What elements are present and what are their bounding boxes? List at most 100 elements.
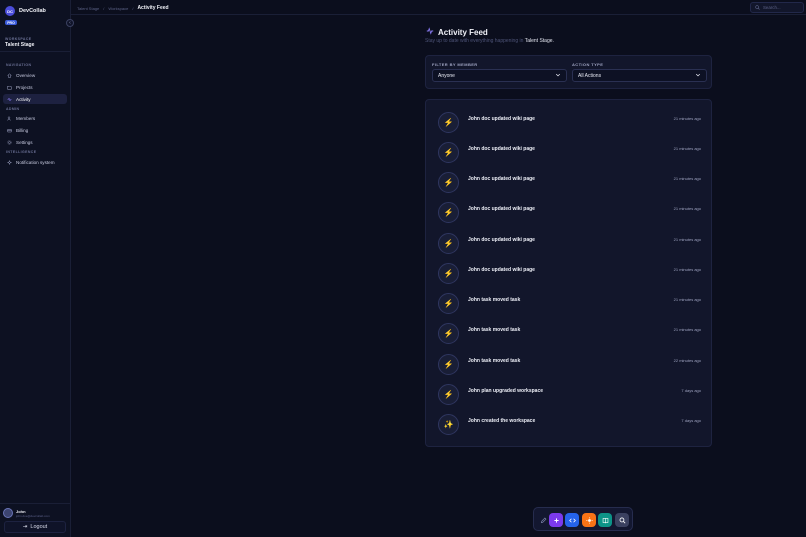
- sidebar-item-label: Settings: [16, 139, 33, 145]
- sidebar-item-label: Members: [16, 115, 36, 121]
- feed-item[interactable]: ⚡ John task moved task 22 minutes ago: [426, 342, 713, 375]
- app-name: DevCollab: [19, 8, 46, 14]
- feed-item-text: John plan upgraded workspace: [468, 388, 544, 394]
- collapse-sidebar-button[interactable]: ‹: [66, 19, 74, 27]
- feed-item-text: John doc updated wiki page: [468, 267, 535, 273]
- sidebar-item-label: Notification system: [16, 159, 55, 165]
- feed-item-time: 7 days ago: [681, 418, 701, 423]
- sidebar-item-notification-system[interactable]: Notification system: [3, 157, 67, 167]
- search-icon: [755, 4, 760, 11]
- divider: [0, 503, 71, 504]
- subtitle-workspace: Talent Stage.: [524, 38, 554, 44]
- workspace-label: WORKSPACE: [5, 37, 32, 41]
- logout-button[interactable]: ⇥ Logout: [4, 521, 66, 533]
- breadcrumb-separator: /: [132, 5, 134, 11]
- feed-item[interactable]: ⚡ John task moved task 21 minutes ago: [426, 311, 713, 344]
- search-placeholder: Search...: [763, 5, 781, 10]
- feed-item[interactable]: ⚡ John plan upgraded workspace 7 days ag…: [426, 372, 713, 405]
- sidebar-item-label: Projects: [16, 84, 33, 90]
- feed-item[interactable]: ⚡ John doc updated wiki page 21 minutes …: [426, 221, 713, 254]
- sidebar-item-members[interactable]: Members: [3, 113, 67, 123]
- feed-item-time: 21 minutes ago: [673, 297, 701, 302]
- sidebar-item-projects[interactable]: Projects: [3, 82, 67, 92]
- page-title-text: Activity Feed: [438, 27, 488, 37]
- search-icon[interactable]: [615, 513, 629, 527]
- action-filter-label: ACTION TYPE: [572, 62, 604, 67]
- member-filter-select[interactable]: Anyone: [432, 69, 567, 82]
- feed-item[interactable]: ⚡ John doc updated wiki page 21 minutes …: [426, 251, 713, 284]
- feed-item-text: John doc updated wiki page: [468, 116, 535, 122]
- divider: [0, 51, 71, 52]
- breadcrumb-separator: /: [103, 5, 105, 11]
- sidebar-item-overview[interactable]: Overview: [3, 70, 67, 80]
- plus-icon[interactable]: [549, 513, 563, 527]
- page-subtitle: Stay up to date with everything happenin…: [425, 38, 554, 44]
- brand[interactable]: DC DevCollab: [5, 6, 46, 16]
- feed-item-text: John doc updated wiki page: [468, 176, 535, 182]
- action-filter-select[interactable]: All Actions: [572, 69, 707, 82]
- filter-card: FILTER BY MEMBER Anyone ACTION TYPE All …: [425, 55, 712, 89]
- sidebar-item-activity[interactable]: Activity: [3, 94, 67, 104]
- feed-item-text: John doc updated wiki page: [468, 237, 535, 243]
- feed-item-time: 21 minutes ago: [673, 327, 701, 332]
- breadcrumb: Talent Stage / Workspace / Activity Feed: [77, 5, 169, 11]
- users-icon: [7, 116, 12, 121]
- intelligence-section-label: INTELLIGENCE: [6, 150, 37, 154]
- feed-item[interactable]: ⚡ John doc updated wiki page 21 minutes …: [426, 190, 713, 223]
- breadcrumb-item[interactable]: Workspace: [108, 6, 128, 11]
- feed-item-text: John doc updated wiki page: [468, 146, 535, 152]
- feed-item-time: 7 days ago: [681, 388, 701, 393]
- feed-item[interactable]: ✨ John created the workspace 7 days ago: [426, 402, 713, 435]
- workspace-name[interactable]: Talent Stage: [5, 42, 34, 48]
- gear-icon: [7, 139, 12, 145]
- quick-action-dock: [533, 507, 633, 531]
- code-icon[interactable]: [565, 513, 579, 527]
- feed-item[interactable]: ⚡ John doc updated wiki page 21 minutes …: [426, 130, 713, 163]
- book-icon[interactable]: [598, 513, 612, 527]
- app-logo: DC: [5, 6, 15, 16]
- plan-badge: PRO: [5, 20, 17, 25]
- pen-icon[interactable]: [536, 513, 550, 527]
- sidebar-item-label: Billing: [16, 127, 29, 133]
- home-icon: [7, 72, 12, 78]
- sparkles-icon: ✨: [438, 414, 459, 435]
- feed-item-text: John created the workspace: [468, 418, 536, 424]
- member-filter-label: FILTER BY MEMBER: [432, 62, 478, 67]
- topbar: Talent Stage / Workspace / Activity Feed…: [71, 0, 806, 15]
- feed-item[interactable]: ⚡ John task moved task 21 minutes ago: [426, 281, 713, 314]
- action-filter-value: All Actions: [578, 72, 602, 79]
- feed-item-text: John doc updated wiki page: [468, 206, 535, 212]
- user-email: john.doe@devcollab.com: [16, 513, 50, 518]
- card-icon: [7, 128, 12, 133]
- logout-label: Logout: [30, 524, 48, 530]
- subtitle-text: Stay up to date with everything happenin…: [425, 38, 524, 44]
- feed-item-time: 21 minutes ago: [673, 146, 701, 151]
- chevron-left-icon: ‹: [69, 20, 71, 26]
- activity-icon: [426, 27, 434, 37]
- feed-item-time: 21 minutes ago: [673, 176, 701, 181]
- lightning-icon: ⚡: [438, 202, 459, 223]
- feed-item-time: 21 minutes ago: [673, 237, 701, 242]
- search-input[interactable]: Search...: [750, 2, 804, 13]
- navigation-section-label: NAVIGATION: [6, 63, 32, 67]
- feed-item-time: 21 minutes ago: [673, 206, 701, 211]
- feed-item[interactable]: ⚡ John doc updated wiki page 21 minutes …: [426, 160, 713, 193]
- member-filter-value: Anyone: [438, 72, 455, 79]
- feed-item[interactable]: ⚡ John doc updated wiki page 21 minutes …: [426, 100, 713, 133]
- user-profile[interactable]: John john.doe@devcollab.com: [3, 508, 50, 518]
- feed-item-text: John task moved task: [468, 358, 521, 364]
- logout-icon: ⇥: [22, 524, 28, 530]
- folder-icon: [7, 85, 12, 90]
- feed-item-text: John task moved task: [468, 297, 521, 303]
- breadcrumb-current: Activity Feed: [137, 5, 169, 11]
- breadcrumb-item[interactable]: Talent Stage: [77, 6, 99, 11]
- sidebar-item-settings[interactable]: Settings: [3, 137, 67, 147]
- sun-icon[interactable]: [582, 513, 596, 527]
- chevron-down-icon: [555, 72, 561, 80]
- feed-item-time: 21 minutes ago: [673, 267, 701, 272]
- activity-icon: [7, 96, 12, 102]
- sidebar-item-billing[interactable]: Billing: [3, 125, 67, 135]
- avatar: [3, 508, 13, 518]
- activity-feed: ⚡ John doc updated wiki page 21 minutes …: [425, 99, 712, 447]
- feed-item-text: John task moved task: [468, 327, 521, 333]
